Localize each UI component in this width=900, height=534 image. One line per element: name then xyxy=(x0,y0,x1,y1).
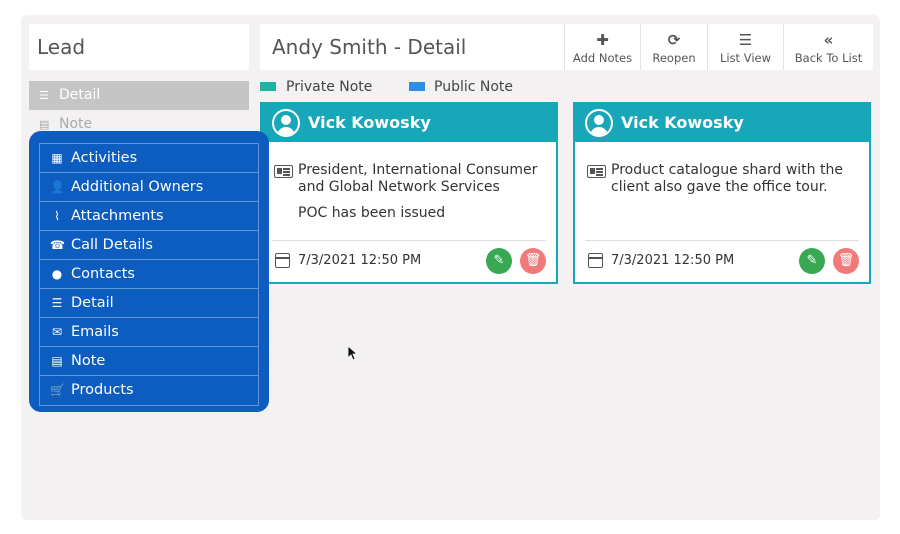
menu-item-label: Activities xyxy=(71,150,138,166)
note-card: Vick Kowosky President, International Co… xyxy=(260,102,558,284)
note-card: Vick Kowosky Product catalogue shard wit… xyxy=(573,102,871,284)
user-avatar-icon xyxy=(272,109,300,137)
id-card-icon xyxy=(274,165,293,178)
cart-icon: 🛒 xyxy=(50,383,65,397)
user-avatar-icon xyxy=(585,109,613,137)
menu-item-emails[interactable]: ✉ Emails xyxy=(40,318,258,347)
paperclip-icon: ⌇ xyxy=(54,209,60,223)
private-note-swatch xyxy=(260,82,276,91)
menu-item-label: Contacts xyxy=(71,266,135,282)
list-view-button[interactable]: ☰ List View xyxy=(707,24,783,70)
sidebar-item-label: Note xyxy=(59,116,93,132)
note-date: 7/3/2021 12:50 PM xyxy=(611,253,735,268)
menu-item-label: Attachments xyxy=(71,208,164,224)
add-notes-button[interactable]: ✚ Add Notes xyxy=(564,24,640,70)
trash-icon: 🗑 xyxy=(837,253,855,268)
sidebar-item-detail[interactable]: ☰ Detail xyxy=(29,81,249,110)
page-title: Andy Smith - Detail xyxy=(272,35,467,59)
refresh-icon: ⟳ xyxy=(667,31,681,49)
menu-item-detail[interactable]: ☰ Detail xyxy=(40,289,258,318)
menu-item-activities[interactable]: ▦ Activities xyxy=(40,144,258,173)
menu-item-label: Detail xyxy=(71,295,114,311)
note-body: President, International Consumer and Gl… xyxy=(262,142,556,238)
reopen-button[interactable]: ⟳ Reopen xyxy=(640,24,707,70)
note-text: Product catalogue shard with the client … xyxy=(611,162,843,195)
list-icon: ☰ xyxy=(51,296,63,310)
back-to-list-button[interactable]: « Back To List xyxy=(783,24,873,70)
button-label: Reopen xyxy=(652,51,696,65)
list-icon: ☰ xyxy=(39,89,49,102)
calendar-icon xyxy=(275,253,290,268)
phone-icon: ☎ xyxy=(50,238,65,252)
user-plus-icon: 👤 xyxy=(50,180,65,194)
list-icon: ☰ xyxy=(738,31,753,49)
calendar-icon xyxy=(588,253,603,268)
section-menu-list: ▦ Activities 👤 Additional Owners ⌇ Attachme… xyxy=(39,143,259,406)
public-note-label: Public Note xyxy=(434,79,514,95)
calendar-icon: ▦ xyxy=(51,151,63,165)
id-card-icon xyxy=(587,165,606,178)
note-date: 7/3/2021 12:50 PM xyxy=(298,253,422,268)
delete-note-button[interactable]: 🗑 xyxy=(520,248,546,274)
note-card-header: Vick Kowosky xyxy=(575,104,869,142)
plus-icon: ✚ xyxy=(596,31,609,49)
note-extra: POC has been issued xyxy=(298,205,446,221)
public-note-swatch xyxy=(409,82,425,91)
trash-icon: 🗑 xyxy=(524,253,542,268)
page-header: Andy Smith - Detail ✚ Add Notes ⟳ Reopen… xyxy=(260,24,873,70)
menu-item-note[interactable]: ▤ Note xyxy=(40,347,258,376)
sidebar-item-label: Detail xyxy=(59,87,101,103)
envelope-icon: ✉ xyxy=(51,325,63,339)
note-footer: 7/3/2021 12:50 PM ✎ 🗑 xyxy=(585,240,859,282)
edit-note-button[interactable]: ✎ xyxy=(799,248,825,274)
menu-item-label: Additional Owners xyxy=(71,179,204,195)
note-body: Product catalogue shard with the client … xyxy=(575,142,869,238)
menu-item-label: Note xyxy=(71,353,106,369)
menu-item-additional-owners[interactable]: 👤 Additional Owners xyxy=(40,173,258,202)
button-label: List View xyxy=(719,51,772,65)
note-card-header: Vick Kowosky xyxy=(262,104,556,142)
note-text: President, International Consumer and Gl… xyxy=(298,162,538,195)
pencil-icon: ✎ xyxy=(806,253,818,268)
menu-item-label: Products xyxy=(71,382,134,398)
note-author: Vick Kowosky xyxy=(621,113,744,132)
pencil-icon: ✎ xyxy=(493,253,505,268)
private-note-label: Private Note xyxy=(286,79,373,95)
menu-item-label: Call Details xyxy=(71,237,153,253)
file-icon: ▤ xyxy=(51,354,63,368)
menu-item-contacts[interactable]: ● Contacts xyxy=(40,260,258,289)
section-title: Lead xyxy=(29,24,249,70)
button-label: Back To List xyxy=(794,51,863,65)
edit-note-button[interactable]: ✎ xyxy=(486,248,512,274)
menu-item-attachments[interactable]: ⌇ Attachments xyxy=(40,202,258,231)
delete-note-button[interactable]: 🗑 xyxy=(833,248,859,274)
users-icon: ● xyxy=(51,267,63,281)
section-menu-popup: ▦ Activities 👤 Additional Owners ⌇ Attachme… xyxy=(29,131,269,412)
menu-item-products[interactable]: 🛒 Products xyxy=(40,376,258,405)
menu-item-label: Emails xyxy=(71,324,119,340)
double-chevron-left-icon: « xyxy=(823,31,834,49)
button-label: Add Notes xyxy=(572,51,633,65)
note-footer: 7/3/2021 12:50 PM ✎ 🗑 xyxy=(272,240,546,282)
mouse-cursor-icon xyxy=(348,346,358,361)
menu-item-call-details[interactable]: ☎ Call Details xyxy=(40,231,258,260)
note-author: Vick Kowosky xyxy=(308,113,431,132)
